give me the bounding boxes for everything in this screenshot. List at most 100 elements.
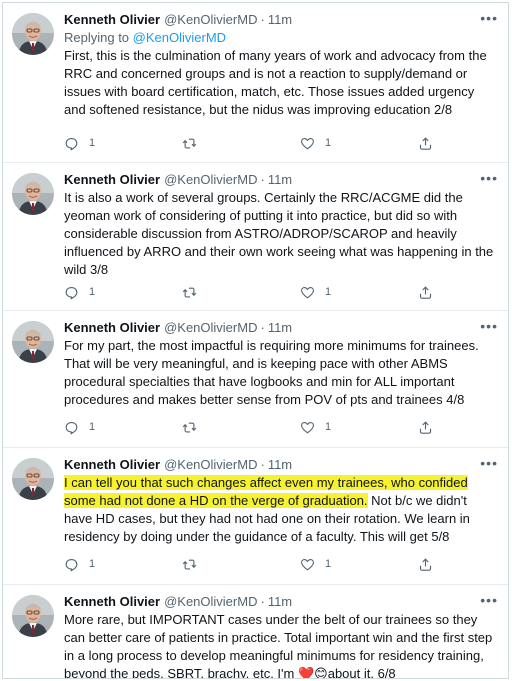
- like-button[interactable]: 1: [300, 134, 380, 152]
- like-button[interactable]: 1: [300, 283, 380, 301]
- reply-count: 1: [89, 137, 96, 149]
- tweet[interactable]: Kenneth Olivier @KenOlivierMD · 11m ••• …: [3, 3, 508, 163]
- tweet-text: For my part, the most impactful is requi…: [64, 338, 479, 407]
- tweet-actions: 1 1: [64, 134, 438, 152]
- retweet-icon: [182, 557, 197, 572]
- tweet-text-end: about it. 6/8: [327, 666, 396, 679]
- tweet-text: It is also a work of several groups. Cer…: [64, 190, 494, 277]
- tweet-actions: 1 1: [64, 555, 438, 573]
- author-name[interactable]: Kenneth Olivier: [64, 456, 160, 474]
- like-icon: [300, 136, 315, 151]
- author-handle[interactable]: @KenOlivierMD: [164, 319, 257, 337]
- author-name[interactable]: Kenneth Olivier: [64, 593, 160, 611]
- tweet[interactable]: Kenneth Olivier @KenOlivierMD · 11m ••• …: [3, 163, 508, 311]
- reply-count: 1: [89, 558, 96, 570]
- like-icon: [300, 420, 315, 435]
- avatar-image: [12, 173, 54, 215]
- tweet-text: More rare, but IMPORTANT cases under the…: [64, 611, 494, 679]
- share-button[interactable]: [418, 134, 438, 152]
- avatar[interactable]: [12, 321, 54, 363]
- separator-dot: ·: [260, 457, 265, 472]
- timestamp[interactable]: 11m: [268, 171, 292, 189]
- timestamp[interactable]: 11m: [268, 456, 292, 474]
- avatar[interactable]: [12, 458, 54, 500]
- like-button[interactable]: 1: [300, 555, 380, 573]
- tweet-text: First, this is the culmination of many y…: [64, 48, 487, 117]
- tweet[interactable]: Kenneth Olivier @KenOlivierMD · 11m ••• …: [3, 448, 508, 585]
- separator-dot: ·: [260, 172, 265, 187]
- more-icon[interactable]: •••: [480, 319, 498, 333]
- like-count: 1: [325, 286, 332, 298]
- reply-icon: [64, 420, 79, 435]
- reply-icon: [64, 557, 79, 572]
- tweet-text-main: More rare, but IMPORTANT cases under the…: [64, 612, 493, 679]
- more-icon[interactable]: •••: [480, 593, 498, 607]
- reply-count: 1: [89, 286, 96, 298]
- avatar-image: [12, 13, 54, 55]
- avatar[interactable]: [12, 173, 54, 215]
- author-name[interactable]: Kenneth Olivier: [64, 11, 160, 29]
- avatar[interactable]: [12, 13, 54, 55]
- author-handle[interactable]: @KenOlivierMD: [164, 171, 257, 189]
- author-handle[interactable]: @KenOlivierMD: [164, 456, 257, 474]
- timestamp[interactable]: 11m: [268, 319, 292, 337]
- like-count: 1: [325, 558, 332, 570]
- tweet-header: Kenneth Olivier @KenOlivierMD · 11m: [64, 593, 494, 611]
- tweet[interactable]: Kenneth Olivier @KenOlivierMD · 11m ••• …: [3, 585, 508, 679]
- share-icon: [418, 420, 433, 435]
- retweet-icon: [182, 420, 197, 435]
- timestamp[interactable]: 11m: [268, 11, 292, 29]
- avatar-image: [12, 458, 54, 500]
- more-icon[interactable]: •••: [480, 11, 498, 25]
- avatar-image: [12, 321, 54, 363]
- share-icon: [418, 136, 433, 151]
- more-icon[interactable]: •••: [480, 456, 498, 470]
- tweet-actions: 1 1: [64, 418, 438, 436]
- reply-count: 1: [89, 421, 96, 433]
- separator-dot: ·: [260, 320, 265, 335]
- tweet[interactable]: Kenneth Olivier @KenOlivierMD · 11m ••• …: [3, 311, 508, 448]
- tweet-header: Kenneth Olivier @KenOlivierMD · 11m: [64, 11, 494, 29]
- replying-to: Replying to @KenOlivierMD: [64, 29, 494, 47]
- share-icon: [418, 285, 433, 300]
- separator-dot: ·: [260, 594, 265, 609]
- author-name[interactable]: Kenneth Olivier: [64, 171, 160, 189]
- reply-button[interactable]: 1: [64, 555, 144, 573]
- retweet-button[interactable]: [182, 134, 262, 152]
- like-count: 1: [325, 137, 332, 149]
- reply-button[interactable]: 1: [64, 283, 144, 301]
- tweet-thread: Kenneth Olivier @KenOlivierMD · 11m ••• …: [2, 2, 509, 679]
- avatar[interactable]: [12, 595, 54, 637]
- share-icon: [418, 557, 433, 572]
- share-button[interactable]: [418, 283, 438, 301]
- more-icon[interactable]: •••: [480, 171, 498, 185]
- reply-button[interactable]: 1: [64, 418, 144, 436]
- like-button[interactable]: 1: [300, 418, 380, 436]
- author-name[interactable]: Kenneth Olivier: [64, 319, 160, 337]
- share-button[interactable]: [418, 555, 438, 573]
- tweet-text: I can tell you that such changes affect …: [64, 474, 494, 546]
- reply-icon: [64, 136, 79, 151]
- tweet-header: Kenneth Olivier @KenOlivierMD · 11m: [64, 171, 494, 189]
- retweet-icon: [182, 136, 197, 151]
- reply-icon: [64, 285, 79, 300]
- tweet-actions: 1 1: [64, 283, 438, 301]
- retweet-button[interactable]: [182, 283, 262, 301]
- like-count: 1: [325, 421, 332, 433]
- smiling-face-emoji: 😊: [314, 666, 328, 679]
- like-icon: [300, 557, 315, 572]
- replying-to-label: Replying to: [64, 30, 130, 45]
- reply-button[interactable]: 1: [64, 134, 144, 152]
- retweet-button[interactable]: [182, 555, 262, 573]
- author-handle[interactable]: @KenOlivierMD: [164, 11, 257, 29]
- share-button[interactable]: [418, 418, 438, 436]
- red-heart-emoji: ❤️: [297, 666, 315, 679]
- retweet-icon: [182, 285, 197, 300]
- avatar-image: [12, 595, 54, 637]
- like-icon: [300, 285, 315, 300]
- retweet-button[interactable]: [182, 418, 262, 436]
- replying-to-handle-link[interactable]: @KenOlivierMD: [133, 30, 226, 45]
- timestamp[interactable]: 11m: [268, 593, 292, 611]
- author-handle[interactable]: @KenOlivierMD: [164, 593, 257, 611]
- tweet-header: Kenneth Olivier @KenOlivierMD · 11m: [64, 456, 494, 474]
